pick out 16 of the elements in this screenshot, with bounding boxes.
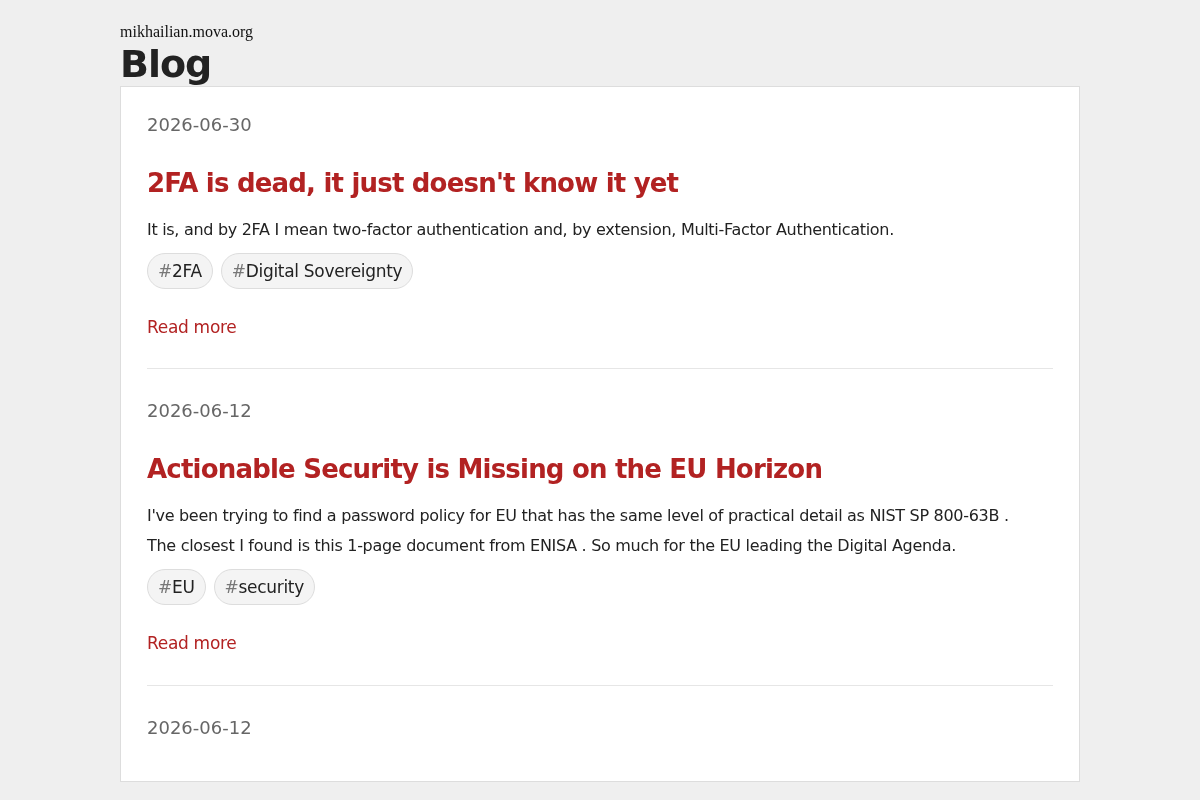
read-more-link[interactable]: Read more bbox=[147, 631, 237, 657]
page-title: Blog bbox=[120, 44, 212, 86]
tag-link[interactable]: #2FA bbox=[147, 252, 213, 289]
post-date: 2026-06-12 bbox=[147, 715, 252, 740]
post-excerpt: I've been trying to find a password policy for EU that has the same level of practical detail as NIST SP 800-63B . bbox=[147, 506, 1009, 526]
tag-link[interactable]: #security bbox=[213, 569, 315, 606]
post-title-link[interactable]: 2FA is dead, it just doesn't know it yet bbox=[147, 163, 679, 203]
post-date: 2026-06-12 bbox=[147, 399, 252, 424]
tag-link[interactable]: #Digital Sovereignty bbox=[220, 252, 414, 289]
tag-link[interactable]: #EU bbox=[147, 569, 206, 606]
post-excerpt: The closest I found is this 1-page document from ENISA . So much for the EU leading the Digital Agenda. bbox=[147, 536, 956, 556]
post-title-link[interactable]: Actionable Security is Missing on the EU Horizon bbox=[147, 450, 823, 490]
read-more-link[interactable]: Read more bbox=[147, 314, 237, 341]
site-name: mikhailian.mova.org bbox=[120, 22, 253, 43]
post-excerpt: It is, and by 2FA I mean two-factor authentication and, by extension, Multi-Factor Authentication. bbox=[147, 219, 894, 239]
post-date: 2026-06-30 bbox=[147, 112, 252, 137]
